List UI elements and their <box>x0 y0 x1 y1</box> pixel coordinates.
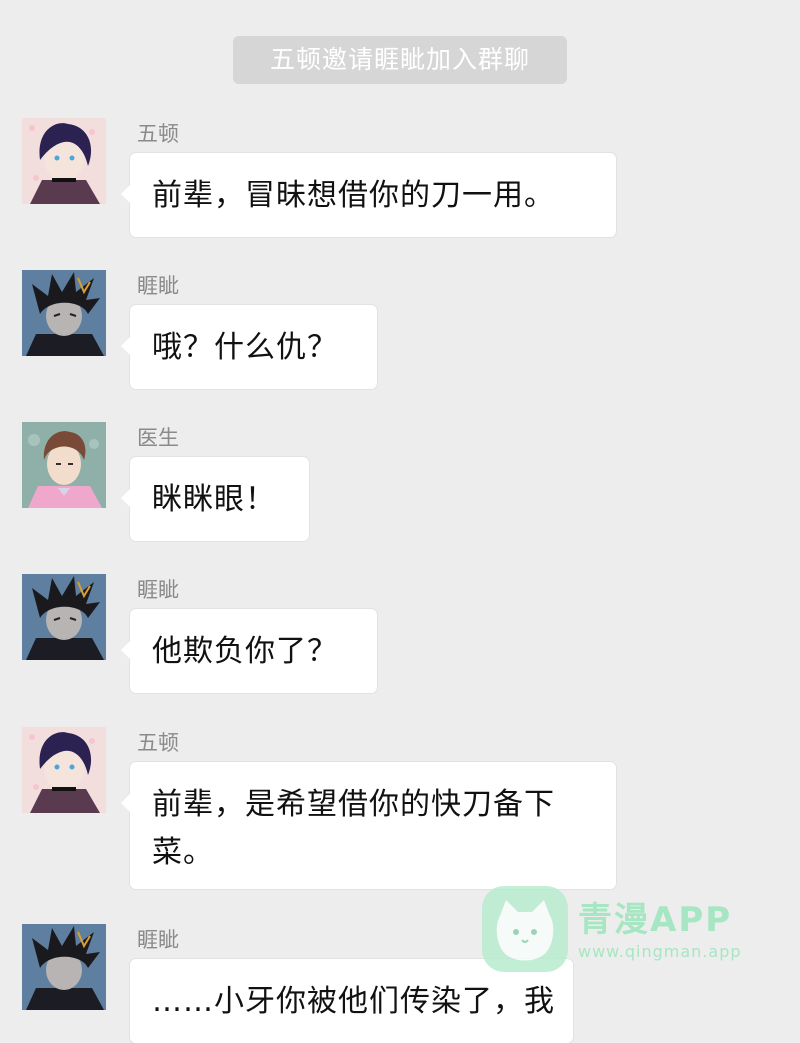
message-bubble[interactable]: 前辈，是希望借你的快刀备下菜。 <box>121 762 616 889</box>
avatar[interactable] <box>22 118 106 204</box>
watermark: 青漫APP www.qingman.app <box>482 886 772 976</box>
avatar[interactable] <box>22 574 106 660</box>
chat-message: 睚眦 他欺负你了？ <box>0 574 800 704</box>
sender-name: 医生 <box>137 426 179 450</box>
purple-hair-character-avatar-icon <box>22 727 106 813</box>
chat-message: 医生 眯眯眼！ <box>0 422 800 552</box>
sender-name: 五顿 <box>137 731 179 755</box>
message-bubble[interactable]: 哦？什么仇？ <box>121 305 377 389</box>
message-bubble[interactable]: 他欺负你了？ <box>121 609 377 693</box>
sender-name: 睚眦 <box>137 928 179 952</box>
sender-name: 睚眦 <box>137 578 179 602</box>
cat-logo-icon <box>482 886 568 972</box>
message-bubble[interactable]: 前辈，冒昧想借你的刀一用。 <box>121 153 616 237</box>
chat-message: 五顿 前辈，是希望借你的快刀备下菜。 <box>0 727 800 897</box>
chat-message: 五顿 前辈，冒昧想借你的刀一用。 <box>0 118 800 248</box>
message-bubble[interactable]: 眯眯眼！ <box>121 457 309 541</box>
avatar[interactable] <box>22 422 106 508</box>
spiky-hair-character-avatar-icon <box>22 270 106 356</box>
avatar[interactable] <box>22 270 106 356</box>
sender-name: 睚眦 <box>137 274 179 298</box>
spiky-hair-character-avatar-icon <box>22 574 106 660</box>
watermark-title: 青漫APP <box>578 900 733 940</box>
purple-hair-character-avatar-icon <box>22 118 106 204</box>
spiky-hair-character-avatar-icon <box>22 924 106 1010</box>
avatar[interactable] <box>22 727 106 813</box>
brown-hair-pink-suit-character-avatar-icon <box>22 422 106 508</box>
chat-message: 睚眦 哦？什么仇？ <box>0 270 800 400</box>
sender-name: 五顿 <box>137 122 179 146</box>
system-notice: 五顿邀请睚眦加入群聊 <box>233 36 567 84</box>
avatar[interactable] <box>22 924 106 1010</box>
watermark-url: www.qingman.app <box>578 942 742 961</box>
